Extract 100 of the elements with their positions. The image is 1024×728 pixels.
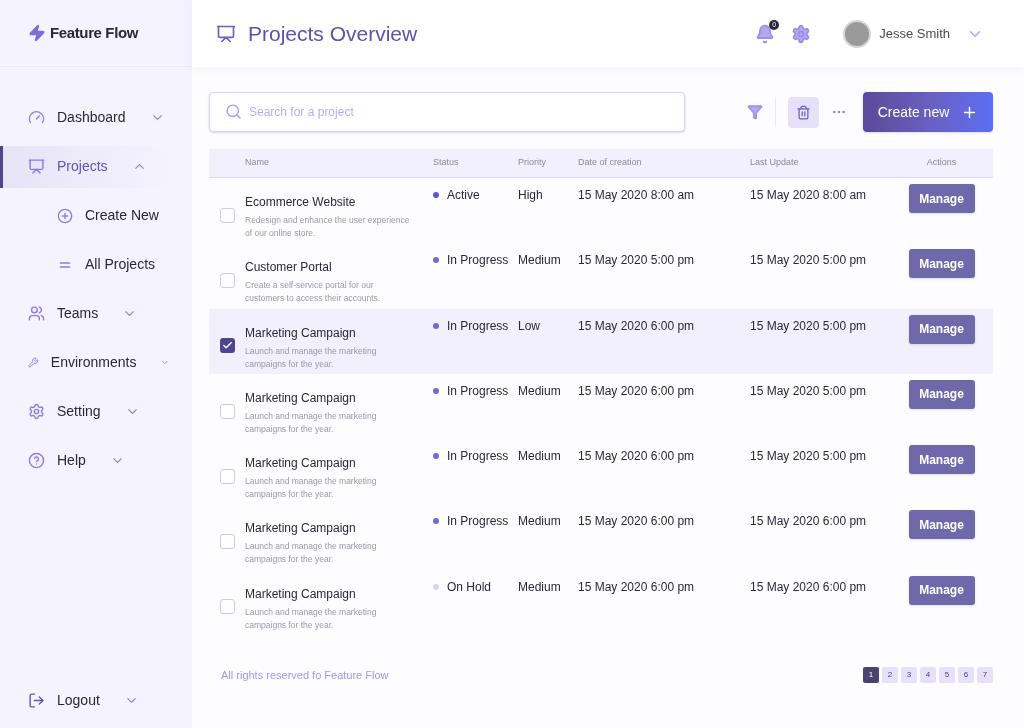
page-button[interactable]: 1 [863, 666, 879, 683]
project-description: Launch and manage the marketing campaigns for the year. [245, 540, 378, 567]
page-button[interactable]: 7 [977, 666, 993, 683]
nav-subitem[interactable]: Create New [0, 194, 192, 237]
created-date: 15 May 2020 6:00 pm [578, 317, 696, 335]
priority-cell-text: Medium [518, 382, 562, 400]
help-icon [28, 452, 45, 469]
status-text: In Progress [447, 513, 509, 531]
created-date: 15 May 2020 6:00 pm [578, 513, 696, 531]
settings-icon [28, 403, 45, 420]
table-row[interactable]: Ecommerce Website Redesign and enhance the user experience of our online store. Active High 15 May 2020 8:00 am 15 May 2020 8:00 am Manage [209, 178, 993, 244]
priority-cell-text: Medium [518, 448, 562, 466]
manage-button[interactable]: Manage [908, 314, 975, 344]
wrench-icon [28, 354, 39, 371]
manage-button[interactable]: Manage [908, 575, 975, 605]
project-name: Customer Portal [245, 259, 333, 277]
search-icon [225, 103, 242, 120]
nav-item[interactable]: Teams [0, 292, 170, 335]
nav-item[interactable]: Help [0, 439, 170, 482]
table-row[interactable]: Marketing Campaign Launch and manage the marketing campaigns for the year. In Progress Medium 15 May 2020 6:00 pm 15 May 2020 5:00 pm Manage [209, 373, 993, 440]
updated-date: 15 May 2020 6:00 pm [750, 578, 868, 596]
status-text: In Progress [447, 317, 509, 335]
project-name: Marketing Campaign [245, 455, 357, 473]
row-checkbox[interactable] [220, 534, 235, 550]
priority-cell-text: Medium [518, 513, 562, 531]
presentation-icon [216, 23, 236, 44]
row-checkbox[interactable] [220, 599, 235, 615]
row-checkbox[interactable] [220, 207, 235, 223]
bolt-icon [28, 24, 46, 42]
manage-button[interactable]: Manage [908, 379, 975, 409]
page-button[interactable]: 2 [882, 666, 898, 683]
footer-text: All rights reserved fo Feature Flow [221, 667, 389, 683]
row-checkbox[interactable] [220, 403, 235, 419]
logout-icon [28, 691, 45, 709]
logout-link[interactable]: Logout [57, 689, 100, 711]
priority-cell-text: Medium [518, 252, 562, 270]
create-button[interactable]: Create new [863, 92, 993, 132]
nav-item[interactable]: Environments [0, 341, 170, 384]
project-name: Marketing Campaign [245, 520, 357, 538]
column-header: Last Update [750, 156, 800, 170]
project-description: Create a self-service portal for our customers to access their accounts. [245, 279, 382, 306]
user-name[interactable]: Jesse Smith [879, 23, 950, 44]
column-header: Actions [925, 156, 958, 170]
page-button[interactable]: 3 [901, 666, 917, 683]
nav-item[interactable]: Dashboard [0, 96, 170, 139]
page-button[interactable]: 5 [939, 666, 955, 683]
status-text: In Progress [447, 448, 509, 466]
column-header: Name [245, 156, 270, 170]
row-checkbox[interactable] [220, 272, 235, 288]
column-header: Priority [518, 156, 547, 170]
table-row[interactable]: Customer Portal Create a self-service portal for our customers to access their accounts. In Progress Medium 15 May 2020 5:00 pm 15 May 2020 5:00 pm Manage [209, 243, 993, 309]
updated-date: 15 May 2020 5:00 pm [750, 317, 868, 335]
status-text: On Hold [447, 578, 492, 596]
manage-button[interactable]: Manage [908, 249, 975, 279]
priority-cell-text: Low [518, 317, 541, 335]
avatar[interactable] [843, 19, 872, 48]
delete-button[interactable] [788, 96, 819, 128]
trash-icon [796, 104, 811, 120]
project-name: Marketing Campaign [245, 585, 357, 603]
column-header: Status [433, 156, 460, 170]
page-button[interactable]: 6 [958, 666, 974, 683]
created-date: 15 May 2020 8:00 am [578, 187, 696, 204]
created-date: 15 May 2020 6:00 pm [578, 578, 696, 596]
settings-icon[interactable] [791, 23, 812, 44]
updated-date: 15 May 2020 5:00 pm [750, 448, 868, 466]
project-description: Launch and manage the marketing campaigns for the year. [245, 475, 378, 502]
project-description: Launch and manage the marketing campaigns for the year. [245, 605, 378, 632]
project-name: Ecommerce Website [245, 194, 357, 211]
table-row[interactable]: Marketing Campaign Launch and manage the marketing campaigns for the year. In Progress Low 15 May 2020 6:00 pm 15 May 2020 5:00 pm Manage [209, 308, 993, 374]
manage-button[interactable]: Manage [908, 510, 975, 540]
table-row[interactable]: Marketing Campaign Launch and manage the marketing campaigns for the year. In Progress Medium 15 May 2020 6:00 pm 15 May 2020 6:00 pm Manage [209, 504, 993, 570]
status-text: In Progress [447, 382, 509, 400]
table-row[interactable]: Marketing Campaign Launch and manage the marketing campaigns for the year. In Progress Medium 15 May 2020 6:00 pm 15 May 2020 5:00 pm Manage [209, 439, 993, 505]
brand-name: Feature Flow [50, 22, 138, 43]
users-icon [28, 305, 45, 322]
column-header: Date of creation [578, 156, 643, 170]
created-date: 15 May 2020 6:00 pm [578, 382, 696, 400]
manage-button[interactable]: Manage [908, 445, 975, 475]
plus-circle-icon [57, 207, 73, 224]
row-checkbox[interactable] [220, 468, 235, 484]
status-text: In Progress [447, 252, 509, 270]
updated-date: 15 May 2020 6:00 pm [750, 513, 868, 531]
priority-cell-text: Medium [518, 578, 562, 596]
updated-date: 15 May 2020 8:00 am [750, 187, 868, 204]
project-name: Marketing Campaign [245, 324, 357, 342]
filter-icon[interactable] [747, 104, 763, 120]
project-description: Launch and manage the marketing campaigns for the year. [245, 344, 378, 371]
manage-button[interactable]: Manage [908, 184, 975, 213]
project-description: Launch and manage the marketing campaigns for the year. [245, 409, 378, 436]
created-date: 15 May 2020 6:00 pm [578, 448, 696, 466]
updated-date: 15 May 2020 5:00 pm [750, 382, 868, 400]
presentation-icon [28, 158, 45, 175]
gauge-icon [28, 109, 45, 126]
table-row[interactable]: Marketing Campaign Launch and manage the marketing campaigns for the year. On Hold Medium 15 May 2020 6:00 pm 15 May 2020 6:00 pm Manage [209, 569, 993, 636]
page-button[interactable]: 4 [920, 666, 936, 683]
row-checkbox[interactable] [220, 338, 235, 354]
status-text: Active [447, 187, 480, 204]
search-field[interactable]: Search for a project [209, 92, 685, 132]
nav-item[interactable]: Setting [0, 390, 170, 433]
nav-subitem[interactable]: All Projects [0, 243, 192, 286]
